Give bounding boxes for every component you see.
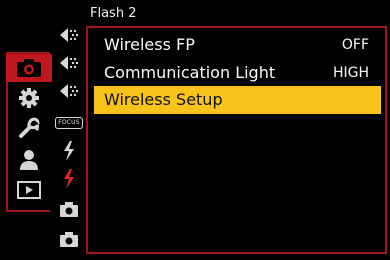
subpage-tab-other-photo-2[interactable] [56, 226, 82, 252]
menu-row-label: Communication Light [104, 63, 276, 82]
camera-sub-icon [60, 202, 78, 217]
menu-row-communication-light[interactable]: Communication Light HIGH [94, 59, 381, 87]
menu-row-wireless-setup[interactable]: Wireless Setup [94, 86, 381, 114]
page-title: Flash 2 [90, 6, 137, 21]
subpage-tab-flash-2[interactable] [56, 166, 82, 192]
image-quality-icon [60, 84, 78, 98]
camera-sub-icon [60, 232, 78, 247]
menu-row-label: Wireless FP [104, 35, 195, 54]
playback-icon [17, 181, 41, 199]
flash-icon-active [64, 169, 74, 189]
wrench-icon [19, 117, 40, 138]
user-icon [20, 150, 38, 170]
focus-icon: FOCUS [55, 117, 83, 129]
menu-row-label: Wireless Setup [104, 90, 223, 109]
frame-border-bottom [86, 252, 387, 254]
gear-icon [19, 88, 39, 108]
frame-border-left [86, 26, 88, 254]
subpage-tab-image-quality-3[interactable] [56, 78, 82, 104]
menu-row-value: HIGH [332, 65, 369, 81]
flash-icon [64, 141, 74, 161]
image-quality-icon [60, 56, 78, 70]
category-tab-photo[interactable] [6, 54, 52, 82]
subpage-tab-focus[interactable]: FOCUS [55, 110, 83, 136]
frame-border-right [385, 26, 387, 254]
category-column-border-bottom [6, 210, 50, 212]
category-tab-custom[interactable] [10, 84, 48, 112]
subpage-tab-other-photo-1[interactable] [56, 196, 82, 222]
camera-icon [17, 59, 41, 77]
frame-border-top [86, 26, 387, 28]
subpage-tab-image-quality-1[interactable] [56, 22, 82, 48]
category-tab-playback[interactable] [10, 176, 48, 204]
menu-screen: Flash 2 FOCUS Wireless FP OFF Communicat… [0, 0, 390, 260]
subpage-tab-image-quality-2[interactable] [56, 50, 82, 76]
category-tab-my-menu[interactable] [10, 146, 48, 174]
image-quality-icon [60, 28, 78, 42]
category-tab-setup[interactable] [10, 114, 48, 142]
subpage-tab-flash-1[interactable] [56, 138, 82, 164]
menu-row-value: OFF [341, 37, 369, 53]
menu-row-wireless-fp[interactable]: Wireless FP OFF [94, 31, 381, 59]
